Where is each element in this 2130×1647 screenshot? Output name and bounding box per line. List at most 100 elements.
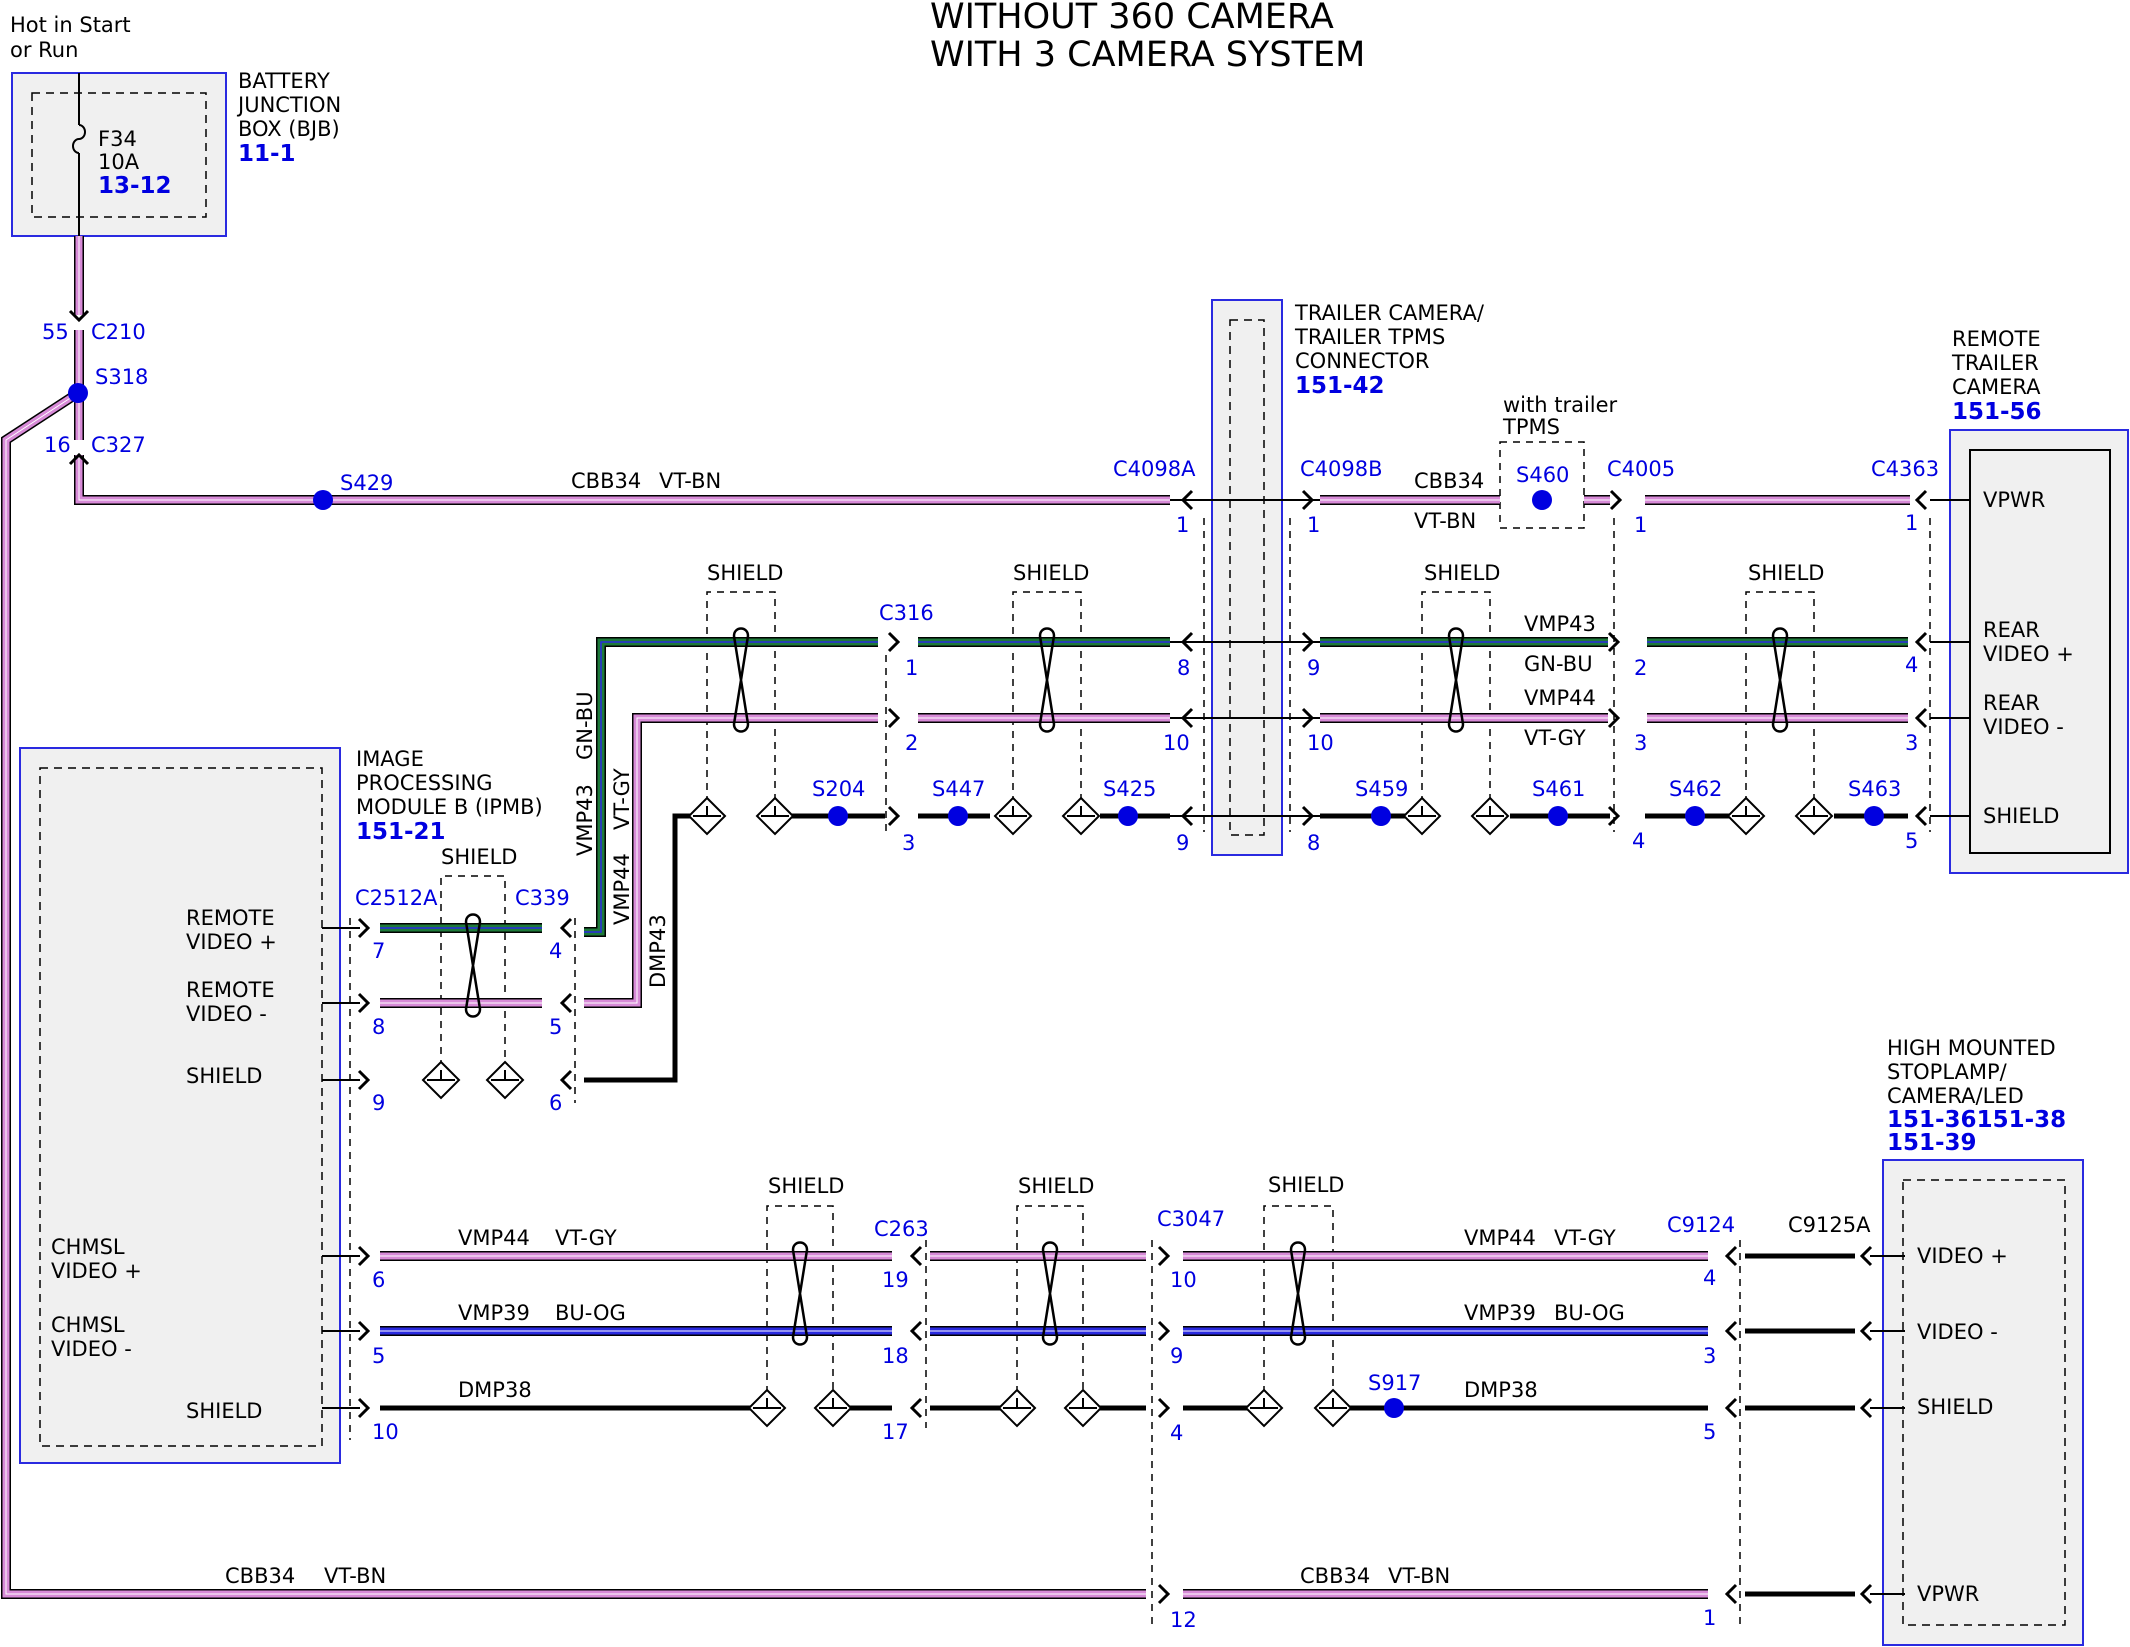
splice-s462: S462 — [1669, 777, 1722, 801]
pin-1-c9124: 1 — [1703, 1606, 1716, 1630]
splice-s429: S429 — [340, 471, 393, 495]
arrow-c3047-2 — [1157, 1397, 1171, 1419]
connector-c9125a[interactable]: C9125A — [1788, 1213, 1871, 1237]
shield-label-ipmb: SHIELD — [441, 845, 517, 869]
pin-9-c4098a: 9 — [1176, 831, 1189, 855]
circuit-vt-bn-bottom-left: VT-BN — [324, 1564, 386, 1588]
diagram-title-line2: WITH 3 CAMERA SYSTEM — [930, 35, 1365, 75]
pin-9-c4098b: 9 — [1307, 656, 1320, 680]
connector-c4363[interactable]: C4363 — [1871, 457, 1939, 481]
arrow-c9125a-vpwr — [1859, 1583, 1873, 1605]
circuit-vt-gy-vertical: VT-GY — [610, 768, 634, 830]
arrow-c4363-0 — [1914, 489, 1928, 511]
fuse-ref[interactable]: 13-12 — [98, 173, 172, 199]
connector-c9124[interactable]: C9124 — [1667, 1213, 1735, 1237]
hmsl-name-line2: STOPLAMP/ — [1887, 1060, 2008, 1084]
ipmb-pin-shield-1: SHIELD — [186, 1064, 262, 1088]
connector-c327[interactable]: C327 — [91, 433, 146, 457]
arrow-c263-1 — [909, 1320, 923, 1342]
splice-s459-dot — [1371, 806, 1391, 826]
circuit-bu-og-bottom-right: BU-OG — [1554, 1301, 1625, 1325]
shield-label-7: SHIELD — [1268, 1173, 1344, 1197]
pin-5-c2512a: 5 — [372, 1344, 385, 1368]
pin-3-c316: 3 — [902, 831, 915, 855]
connector-c263[interactable]: C263 — [874, 1217, 929, 1241]
ipmb-pin-chmsl-minus-line1: CHMSL — [51, 1313, 125, 1337]
trailer-conn-ref[interactable]: 151-42 — [1295, 373, 1385, 399]
shield-label-1: SHIELD — [707, 561, 783, 585]
circuit-gn-bu-right: GN-BU — [1524, 652, 1593, 676]
trailer-camera-connector[interactable] — [1211, 299, 1283, 856]
connector-c4098a[interactable]: C4098A — [1113, 457, 1196, 481]
rtc-ref[interactable]: 151-56 — [1952, 399, 2042, 425]
connector-c3047[interactable]: C3047 — [1157, 1207, 1225, 1231]
connector-c4098b[interactable]: C4098B — [1300, 457, 1383, 481]
hmsl-pin-vpwr: VPWR — [1917, 1582, 1979, 1606]
pin-4-c9124: 4 — [1703, 1266, 1716, 1290]
connector-c316[interactable]: C316 — [879, 601, 934, 625]
trailer-conn-name-line1: TRAILER CAMERA/ — [1294, 301, 1485, 325]
hmsl-pin-video-plus: VIDEO + — [1917, 1244, 2008, 1268]
pin-8-c4098a: 8 — [1177, 656, 1190, 680]
arrow-c2512a-2 — [357, 1069, 371, 1091]
rtc-name-line3: CAMERA — [1952, 375, 2041, 399]
pin-3-c4005: 3 — [1634, 731, 1647, 755]
shield-label-2: SHIELD — [1013, 561, 1089, 585]
arrow-c339-0 — [559, 917, 573, 939]
arrow-c316-1 — [887, 707, 901, 729]
arrow-c9124-vpwr — [1724, 1583, 1738, 1605]
trailer-conn-name-line2: TRAILER TPMS — [1294, 325, 1445, 349]
power-label-line2: or Run — [10, 38, 78, 62]
diagram-title-line1: WITHOUT 360 CAMERA — [930, 0, 1334, 37]
circuit-cbb34-right: CBB34 — [1414, 469, 1484, 493]
circuit-cbb34-bottom-right: CBB34 — [1300, 1564, 1370, 1588]
connector-c339[interactable]: C339 — [515, 886, 570, 910]
pin-16: 16 — [44, 433, 71, 457]
arrow-c3047-vpwr — [1157, 1583, 1171, 1605]
splice-s461-dot — [1548, 806, 1568, 826]
circuit-dmp38-bottom-right: DMP38 — [1464, 1378, 1538, 1402]
splice-s459: S459 — [1355, 777, 1408, 801]
pin-8-c2512a: 8 — [372, 1015, 385, 1039]
circuit-vt-gy-right: VT-GY — [1524, 726, 1586, 750]
pin-4-c339: 4 — [549, 939, 562, 963]
pin-3-c4363: 3 — [1905, 731, 1918, 755]
splice-s460-dot — [1532, 490, 1552, 510]
connector-c2512a[interactable]: C2512A — [355, 886, 438, 910]
hmsl-ref-line2[interactable]: 151-39 — [1887, 1130, 1977, 1156]
ipmb-pin-chmsl-minus-line2: VIDEO - — [51, 1337, 132, 1361]
arrow-c2512a-bottom-1 — [357, 1320, 371, 1342]
splice-s462-dot — [1685, 806, 1705, 826]
circuit-vmp44-right: VMP44 — [1524, 686, 1596, 710]
circuit-vmp43-right: VMP43 — [1524, 612, 1596, 636]
arrow-c4363-3 — [1914, 805, 1928, 827]
circuit-cbb34-bottom-left: CBB34 — [225, 1564, 295, 1588]
pin-10-c2512a: 10 — [372, 1420, 399, 1444]
arrow-c9124-1 — [1724, 1320, 1738, 1342]
hmsl-name-line1: HIGH MOUNTED — [1887, 1036, 2056, 1060]
pin-1-c4005: 1 — [1634, 513, 1647, 537]
arrow-c4363-2 — [1914, 707, 1928, 729]
circuit-bu-og-bottom-left: BU-OG — [555, 1301, 626, 1325]
bjb-name-line3: BOX (BJB) — [238, 117, 340, 141]
ipmb-pin-rv-minus-line2: VIDEO - — [186, 1002, 267, 1026]
splice-s425: S425 — [1103, 777, 1156, 801]
pin-9-c2512a: 9 — [372, 1091, 385, 1115]
arrow-c9124-2 — [1724, 1397, 1738, 1419]
splice-s318-dot — [68, 383, 88, 403]
bjb-ref[interactable]: 11-1 — [238, 141, 296, 167]
pin-55: 55 — [42, 320, 69, 344]
arrow-c316-0 — [887, 631, 901, 653]
arrow-c263-0 — [909, 1245, 923, 1267]
pin-1-c316: 1 — [905, 656, 918, 680]
rtc-pin-rv-plus-line1: REAR — [1983, 618, 2040, 642]
rtc-name-line2: TRAILER — [1951, 351, 2039, 375]
ipmb-name-line3: MODULE B (IPMB) — [356, 795, 543, 819]
ipmb-ref[interactable]: 151-21 — [356, 819, 446, 845]
pin-10-c4098a: 10 — [1163, 731, 1190, 755]
connector-c210[interactable]: C210 — [91, 320, 146, 344]
pin-10-c3047: 10 — [1170, 1268, 1197, 1292]
circuit-gn-bu-vertical: GN-BU — [573, 691, 597, 760]
arrow-c4363-1 — [1914, 631, 1928, 653]
connector-c4005[interactable]: C4005 — [1607, 457, 1675, 481]
